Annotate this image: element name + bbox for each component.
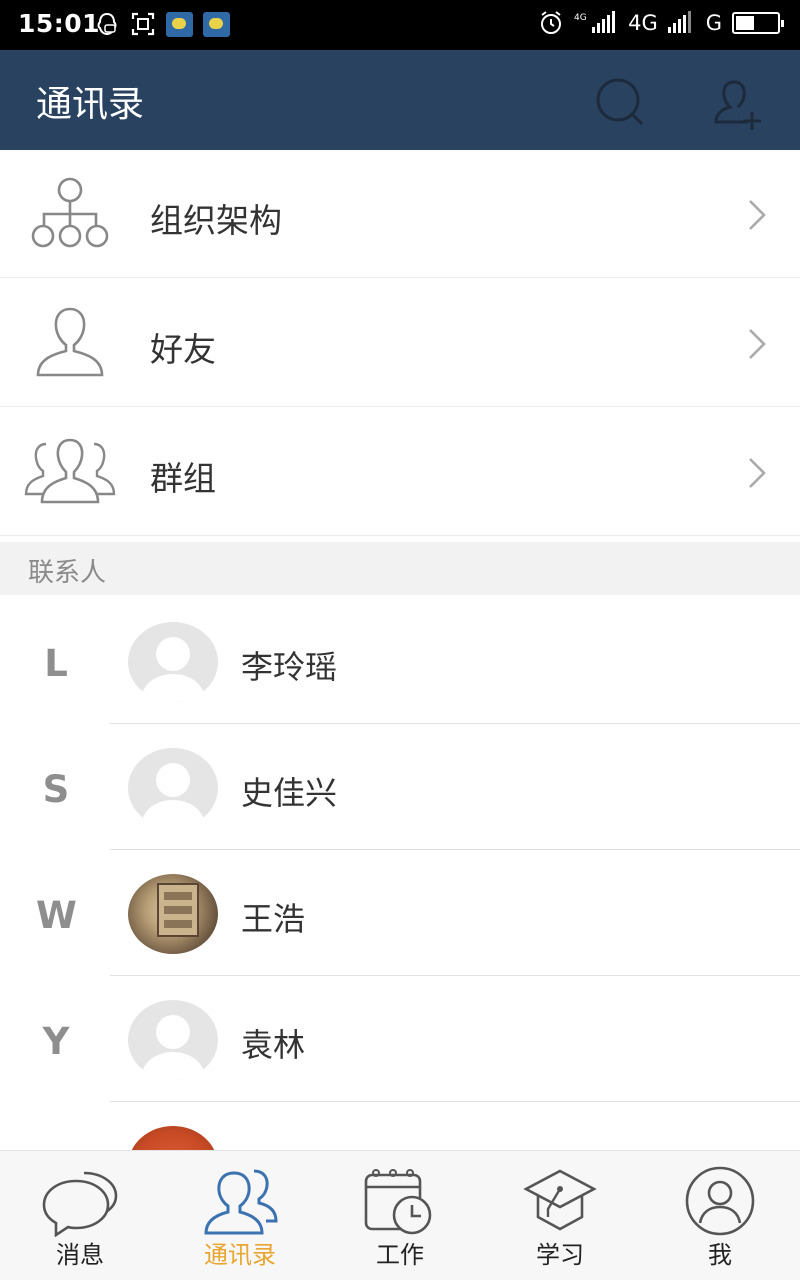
- tab-label: 工作: [376, 1241, 424, 1269]
- menu-item-org-structure[interactable]: 组织架构: [0, 150, 800, 278]
- notification-qq-icon: [97, 12, 117, 36]
- signal-strength-icon: 4G: [574, 11, 616, 33]
- status-time: 15:01: [18, 9, 101, 38]
- contact-name: 史佳兴: [241, 774, 338, 812]
- index-letter: L: [44, 642, 68, 685]
- signal-strength-icon: [667, 11, 691, 33]
- app-header: 通讯录: [0, 50, 800, 150]
- group-icon: [24, 438, 116, 504]
- tab-label: 我: [708, 1241, 732, 1269]
- index-letter: W: [36, 894, 77, 937]
- status-bar: 15:01 4G 4G G: [0, 0, 800, 50]
- battery-level: [736, 16, 754, 30]
- contacts-icon: [204, 1169, 278, 1235]
- tab-work[interactable]: 工作: [320, 1151, 480, 1280]
- menu-item-friends[interactable]: 好友: [0, 279, 800, 407]
- network-type-1: 4G: [628, 11, 658, 35]
- contact-name: 袁林: [241, 1026, 306, 1064]
- menu-item-label: 组织架构: [150, 201, 282, 240]
- index-letter: Y: [42, 1020, 70, 1063]
- profile-icon: [685, 1166, 755, 1236]
- app-notification-icon: [203, 11, 230, 37]
- org-chart-icon: [31, 177, 109, 248]
- contact-row[interactable]: S 史佳兴: [0, 724, 800, 850]
- default-avatar: [128, 1000, 218, 1080]
- section-title: 联系人: [28, 558, 107, 588]
- alarm-icon: [541, 11, 562, 34]
- status-right-icons: 4G 4G G: [538, 10, 784, 36]
- tab-label: 通讯录: [204, 1241, 276, 1269]
- person-icon: [36, 307, 104, 377]
- tab-me[interactable]: 我: [640, 1151, 800, 1280]
- network-type-2: G: [705, 11, 722, 35]
- page-title: 通讯录: [36, 84, 145, 125]
- contact-name: 王浩: [241, 900, 306, 938]
- default-avatar: [128, 622, 218, 702]
- contact-row[interactable]: W 王浩: [0, 850, 800, 976]
- menu-item-label: 好友: [150, 330, 216, 369]
- chat-bubbles-icon: [42, 1171, 118, 1237]
- battery-icon: [732, 12, 784, 34]
- photo-avatar: [128, 874, 218, 954]
- screenshot-icon: [131, 12, 155, 36]
- chevron-right-icon: [749, 200, 766, 230]
- contact-name: 李玲瑶: [241, 648, 338, 686]
- calendar-clock-icon: [364, 1169, 432, 1235]
- graduation-cap-icon: [523, 1169, 597, 1231]
- bottom-tab-bar: 消息 通讯录 工作 学习 我: [0, 1150, 800, 1280]
- index-letter: S: [42, 768, 70, 811]
- status-left-icons: [94, 11, 230, 37]
- tab-contacts[interactable]: 通讯录: [160, 1151, 320, 1280]
- chevron-right-icon: [749, 458, 766, 488]
- add-contact-icon[interactable]: [708, 74, 768, 134]
- menu-item-label: 群组: [150, 459, 216, 498]
- tab-label: 消息: [56, 1241, 104, 1269]
- app-notification-icon: [166, 11, 193, 37]
- tab-label: 学习: [536, 1241, 584, 1269]
- svg-text:4G: 4G: [574, 13, 587, 23]
- tab-learning[interactable]: 学习: [480, 1151, 640, 1280]
- contact-row[interactable]: Y 袁林: [0, 976, 800, 1102]
- tab-messages[interactable]: 消息: [0, 1151, 160, 1280]
- default-avatar: [128, 748, 218, 828]
- contacts-section-header: 联系人: [0, 542, 800, 595]
- chevron-right-icon: [749, 329, 766, 359]
- menu-item-groups[interactable]: 群组: [0, 408, 800, 536]
- contact-row[interactable]: L 李玲瑶: [0, 598, 800, 724]
- search-icon[interactable]: [592, 76, 652, 132]
